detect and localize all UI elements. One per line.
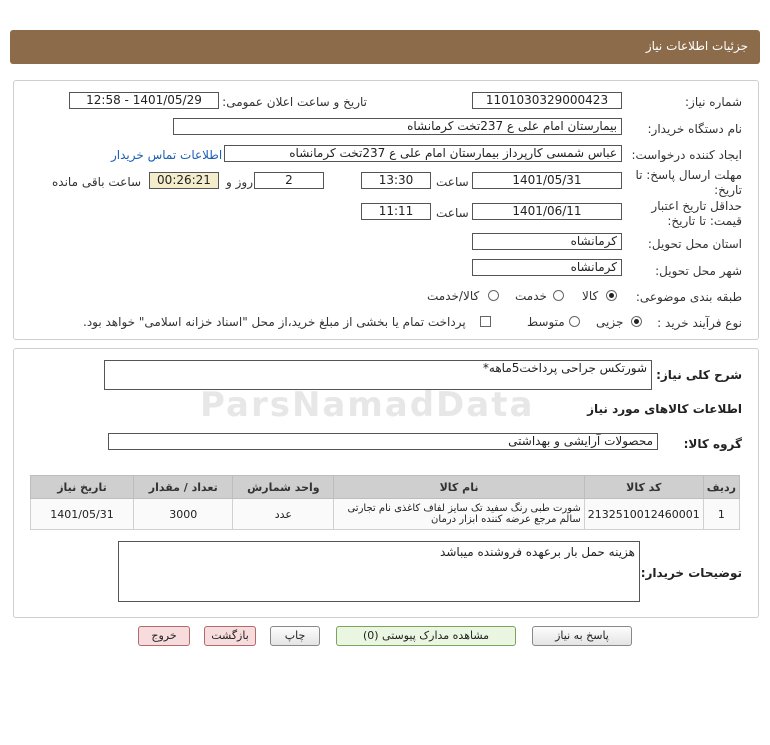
remaining-time-field: 00:26:21	[149, 172, 219, 189]
price-validity-time-label: ساعت	[436, 206, 469, 220]
days-label: روز و	[226, 175, 253, 189]
category-option-goods: کالا	[582, 289, 599, 303]
deadline-date-field: 1401/05/31	[472, 172, 622, 189]
process-label: نوع فرآیند خرید :	[657, 316, 742, 330]
col-name: نام کالا	[333, 475, 585, 499]
col-date: تاریخ نیاز	[30, 475, 134, 499]
row-qty: 3000	[132, 498, 234, 530]
row-name: شورت طبی رنگ سفید تک سایز لفاف کاغذی نام…	[333, 498, 585, 530]
goods-table-header: ردیف کد کالا نام کالا واحد شمارش تعداد /…	[30, 475, 741, 499]
need-number-label: شماره نیاز:	[685, 95, 742, 109]
view-documents-button[interactable]: مشاهده مدارک پیوستی (0)	[336, 626, 516, 646]
remaining-label: ساعت باقی مانده	[52, 175, 142, 189]
days-field: 2	[254, 172, 324, 189]
goods-table: ردیف کد کالا نام کالا واحد شمارش تعداد /…	[30, 475, 741, 530]
category-radio-service[interactable]	[553, 290, 564, 301]
deadline-label: مهلت ارسال پاسخ: تا تاریخ:	[635, 168, 742, 197]
deadline-time-field: 13:30	[361, 172, 431, 189]
watermark: ParsNamadData	[200, 385, 535, 425]
category-radio-goods-service[interactable]	[488, 290, 499, 301]
buyer-org-label: نام دستگاه خریدار:	[647, 122, 743, 136]
exit-button[interactable]: خروج	[138, 626, 190, 646]
summary-label: شرح کلی نیاز:	[656, 368, 742, 382]
row-unit: عدد	[232, 498, 335, 530]
back-button[interactable]: بازگشت	[204, 626, 256, 646]
print-button[interactable]: چاپ	[270, 626, 320, 646]
buyer-contact-link[interactable]: اطلاعات تماس خریدار	[111, 148, 222, 162]
city-field: کرمانشاه	[472, 259, 622, 276]
price-validity-date-field: 1401/06/11	[472, 203, 622, 220]
treasury-checkbox[interactable]	[480, 316, 491, 327]
page-title: جزئیات اطلاعات نیاز	[645, 39, 748, 53]
city-label: شهر محل تحویل:	[655, 264, 742, 278]
announce-field: 1401/05/29 - 12:58	[69, 92, 219, 109]
category-label: طبقه بندی موضوعی:	[635, 290, 742, 304]
col-code: کد کالا	[583, 475, 704, 499]
creator-field: عباس شمسی کارپرداز بیمارستان امام علی ع …	[224, 145, 622, 162]
page-header: جزئیات اطلاعات نیاز	[10, 30, 760, 64]
row-code: 2132510012460001	[583, 498, 704, 530]
goods-group-field: محصولات آرایشی و بهداشتی	[108, 433, 658, 450]
category-option-service: خدمت	[515, 289, 547, 303]
col-qty: تعداد / مقدار	[132, 475, 234, 499]
process-option-minor: جزیی	[596, 315, 624, 329]
province-field: کرمانشاه	[472, 233, 622, 250]
col-index: ردیف	[702, 475, 741, 499]
buyer-notes-field: هزینه حمل بار برعهده فروشنده میباشد	[118, 541, 640, 602]
price-validity-label: حداقل تاریخ اعتبار قیمت: تا تاریخ:	[651, 199, 742, 228]
treasury-note: پرداخت تمام یا بخشی از مبلغ خرید،از محل …	[83, 315, 466, 329]
goods-group-label: گروه کالا:	[683, 437, 742, 451]
process-radio-minor[interactable]	[631, 316, 642, 327]
price-validity-time-field: 11:11	[361, 203, 431, 220]
col-unit: واحد شمارش	[232, 475, 335, 499]
goods-section-title: اطلاعات کالاهای مورد نیاز	[587, 402, 742, 416]
reply-button[interactable]: پاسخ به نیاز	[532, 626, 632, 646]
category-radio-goods[interactable]	[606, 290, 617, 301]
deadline-time-label: ساعت	[436, 175, 469, 189]
province-label: استان محل تحویل:	[647, 237, 742, 251]
announce-label: تاریخ و ساعت اعلان عمومی:	[222, 95, 367, 109]
row-date: 1401/05/31	[30, 498, 134, 530]
buyer-notes-label: توضیحات خریدار:	[640, 566, 742, 580]
row-index: 1	[702, 498, 741, 530]
buyer-org-field: بیمارستان امام علی ع 237تخت کرمانشاه	[173, 118, 622, 135]
category-option-goods-service: کالا/خدمت	[427, 289, 480, 303]
process-radio-medium[interactable]	[569, 316, 580, 327]
table-row: 1 2132510012460001 شورت طبی رنگ سفید تک …	[30, 498, 741, 530]
process-option-medium: متوسط	[527, 315, 565, 329]
creator-label: ایجاد کننده درخواست:	[631, 148, 742, 162]
need-number-field: 1101030329000423	[472, 92, 622, 109]
